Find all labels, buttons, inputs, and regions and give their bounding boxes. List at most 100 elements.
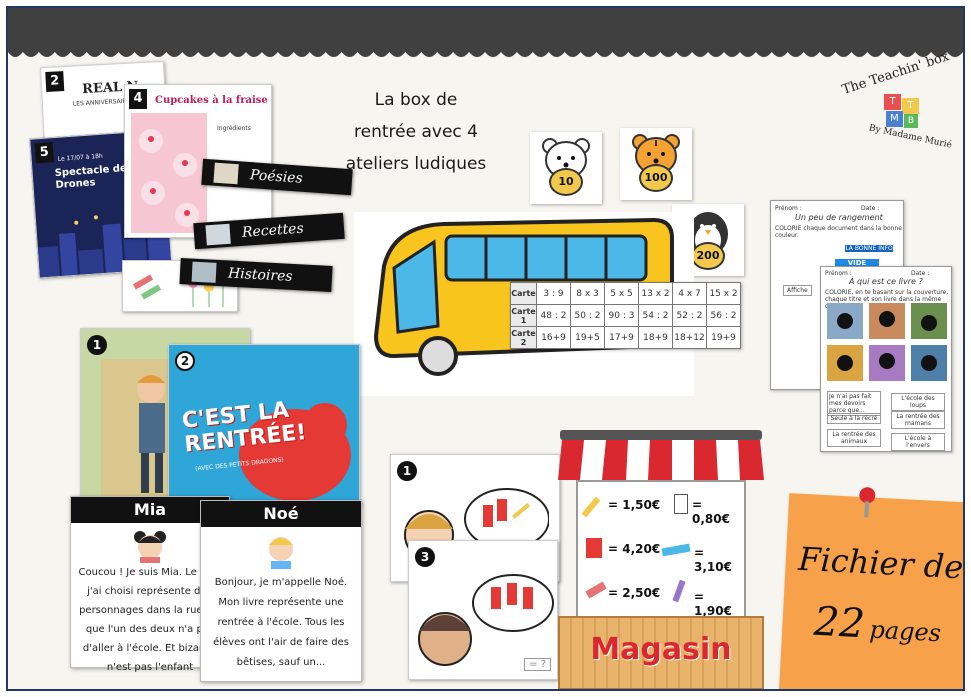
- logo-block-1: T: [884, 94, 901, 110]
- price-eraser: = 2,50€: [608, 586, 661, 600]
- text-line: élèves ont l'air de faire des: [213, 637, 349, 648]
- table-cell: 19+5: [570, 326, 605, 349]
- logo-block-3: M: [886, 111, 903, 127]
- sheet-poster-label: LA BONNE INFO: [845, 245, 893, 252]
- pushpin-icon: [859, 487, 876, 518]
- table-cell: 19+9: [706, 326, 741, 349]
- text-line: Mon livre représente une: [218, 597, 344, 608]
- table-row: Carte 1 48 : 2 50 : 2 90 : 3 54 : 2 52 :…: [510, 304, 741, 327]
- table-cell: 56 : 2: [706, 304, 741, 327]
- notebook-icon: [586, 538, 602, 558]
- price-ruler: = 3,10€: [694, 546, 732, 574]
- card-number: 3: [415, 547, 435, 567]
- card-number: 1: [397, 461, 417, 481]
- price-paper: = 0,80€: [692, 498, 730, 526]
- sheet-label: Affiche: [783, 285, 812, 296]
- row-label: Carte 2: [510, 326, 537, 349]
- girl-avatar-icon: [134, 531, 166, 563]
- worksheet-livre: Prénom : Date : À qui est ce livre ? COL…: [820, 266, 952, 452]
- price-notebook: = 4,20€: [608, 542, 661, 556]
- whisk-icon: [205, 223, 231, 246]
- logo-block-4: B: [904, 114, 918, 128]
- price-board: = 1,50€ = 0,80€ = 4,20€ = 3,10€ = 2,50€ …: [576, 480, 746, 630]
- cupcake-recipe-doc: 4 Cupcakes à la fraise Ingrédients: [124, 84, 272, 238]
- price-pencil: = 1,50€: [608, 498, 661, 512]
- book-covers-grid-icon: [827, 303, 947, 381]
- table-row: Carte 3 : 9 8 x 3 5 x 5 13 x 2 4 x 7 15 …: [510, 282, 741, 305]
- price-crayon: = 1,90€: [694, 590, 732, 618]
- table-cell: 4 x 7: [672, 282, 707, 305]
- scroll-icon: [213, 162, 239, 185]
- sticky-line-2: 22 pages: [782, 597, 963, 653]
- shop-counter: Magasin: [558, 616, 764, 689]
- cupcakes-icon: [131, 113, 207, 233]
- option-box: La rentrée des mamans: [891, 411, 945, 429]
- table-row: Carte 2 16+9 19+5 17+9 18+9 18+12 19+9: [510, 326, 741, 349]
- scallop-edge: [8, 46, 963, 57]
- table-cell: 13 x 2: [638, 282, 673, 305]
- text-line: Bonjour, je m'appelle Noé.: [214, 577, 348, 588]
- option-box: L'école des loups: [891, 393, 945, 411]
- character-text: Bonjour, je m'appelle Noé. Mon livre rep…: [201, 569, 361, 673]
- table-cell: 50 : 2: [570, 304, 605, 327]
- table-cell: 18+12: [672, 326, 707, 349]
- token-value: 100: [639, 164, 673, 192]
- shop-stall: = 1,50€ = 0,80€ = 4,20€ = 3,10€ = 2,50€ …: [558, 420, 764, 689]
- table-cell: 48 : 2: [536, 304, 571, 327]
- token-value: 10: [549, 168, 583, 196]
- banner-title: La box de rentrée avec 4 ateliers ludiqu…: [326, 84, 506, 180]
- ruler-icon: [661, 543, 691, 557]
- option-box: Seule à la récré: [827, 413, 881, 424]
- doc-number: 5: [34, 142, 54, 164]
- table-cell: 5 x 5: [604, 282, 639, 305]
- label-text: Histoires: [227, 265, 293, 285]
- sticky-line-1: Fichier de: [797, 539, 965, 587]
- bear-token: 10: [530, 132, 602, 204]
- crayon-icon: [672, 579, 686, 603]
- eraser-icon: [585, 581, 607, 599]
- text-line: rentrée à l'école. Tous les: [217, 617, 345, 628]
- option-box: La rentrée des animaux: [827, 429, 881, 447]
- doc-subtitle: LES ANNIVERSAIRE: [72, 97, 131, 108]
- doc-subtitle: Ingrédients: [217, 125, 251, 132]
- sheet-date-field: Date :: [861, 205, 880, 212]
- label-text: Recettes: [241, 220, 305, 241]
- sheet-date-field: Date :: [911, 270, 930, 277]
- sheet-title: À qui est ce livre ?: [849, 277, 923, 286]
- table-cell: 15 x 2: [706, 282, 741, 305]
- book-number: 2: [175, 351, 195, 371]
- token-value: 200: [691, 242, 725, 270]
- table-cell: 54 : 2: [638, 304, 673, 327]
- paper-icon: [674, 494, 688, 514]
- sheet-title: Un peu de rangement: [795, 213, 883, 222]
- table-cell: 16+9: [536, 326, 571, 349]
- page-count-sticky-note: Fichier de 22 pages: [778, 487, 965, 689]
- sheet-name-field: Prénom :: [825, 270, 852, 277]
- product-banner: La box de rentrée avec 4 ateliers ludiqu…: [6, 6, 965, 691]
- book-cover-2: 2 C'EST LA RENTRÉE! (AVEC DES PETITS DRA…: [168, 344, 360, 506]
- option-box: L'école à l'envers: [891, 433, 945, 451]
- table-cell: 52 : 2: [672, 304, 707, 327]
- character-card-noe: Noé Bonjour, je m'appelle Noé. Mon livre…: [200, 500, 362, 682]
- table-cell: 18+9: [638, 326, 673, 349]
- doc-date: Le 17/07 à 18h: [57, 152, 103, 163]
- teachin-box-logo: The Teachin' box T T M B By Madame Murié: [838, 49, 958, 156]
- calc-card-table: Carte 3 : 9 8 x 3 5 x 5 13 x 2 4 x 7 15 …: [510, 282, 741, 349]
- title-line-3: ateliers ludiques: [345, 154, 487, 174]
- shopping-card-3: 3 = ?: [408, 540, 558, 680]
- doc-title: Cupcakes à la fraise: [155, 95, 268, 106]
- book-icon: [191, 261, 217, 283]
- title-line-1: La box de: [374, 90, 458, 110]
- doc-number: 4: [129, 89, 147, 109]
- tiger-token: 100: [620, 128, 692, 200]
- shop-sign: Magasin: [590, 632, 732, 667]
- table-cell: 17+9: [604, 326, 639, 349]
- page-count: 22: [812, 598, 866, 648]
- table-cell: 90 : 3: [604, 304, 639, 327]
- row-label: Carte 1: [510, 304, 537, 327]
- pages-word: pages: [868, 615, 942, 648]
- sheet-name-field: Prénom :: [775, 205, 802, 212]
- table-cell: 3 : 9: [536, 282, 571, 305]
- answer-box: = ?: [524, 658, 551, 671]
- pencil-icon: [581, 496, 601, 518]
